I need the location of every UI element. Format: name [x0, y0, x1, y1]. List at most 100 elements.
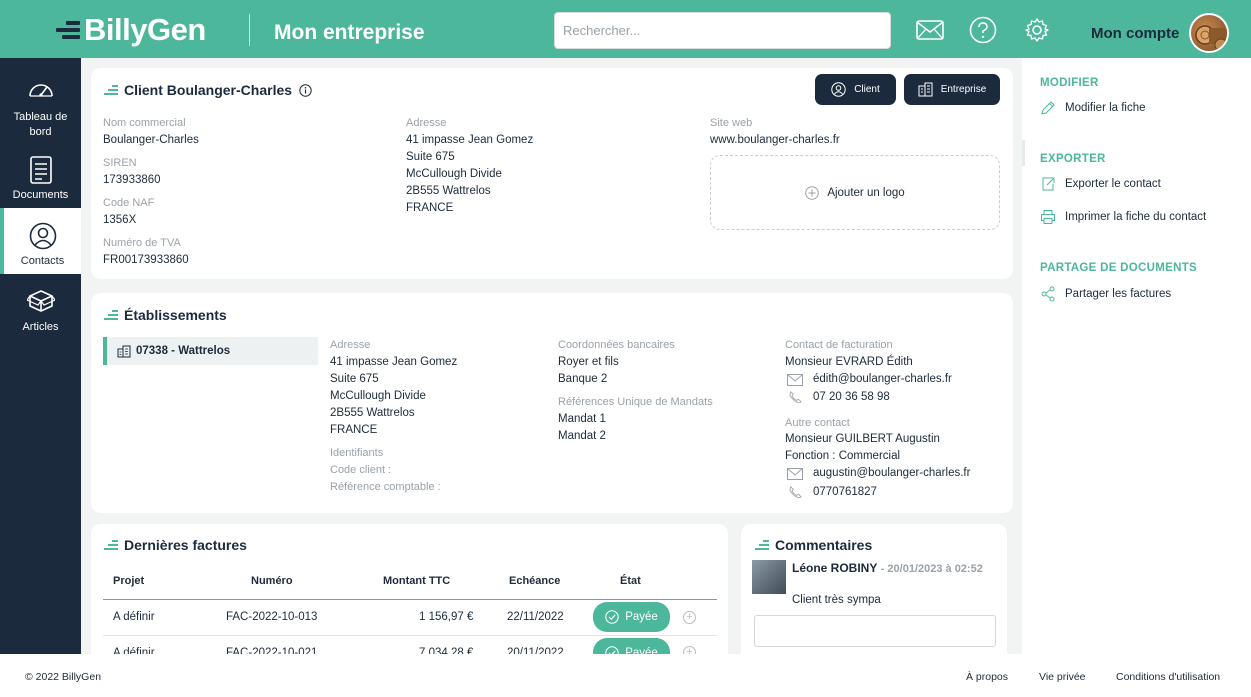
sidebar-item-tableau-de-bord[interactable]: Tableau de bord	[0, 64, 81, 142]
row1-expand-plus-icon[interactable]: +	[683, 611, 696, 624]
exporter-heading: EXPORTER	[1040, 153, 1106, 165]
building-icon	[117, 345, 131, 357]
code-client-label: Code client :	[330, 464, 392, 476]
autre-contact-name: Monsieur GUILBERT Augustin	[785, 433, 940, 445]
tva-label: Numéro de TVA	[103, 237, 181, 249]
facturation-email[interactable]: édith@boulanger-charles.fr	[813, 373, 952, 385]
etablissement-tab-wattrelos[interactable]: 07338 - Wattrelos	[103, 337, 318, 365]
autre-contact-email[interactable]: augustin@boulanger-charles.fr	[813, 467, 970, 479]
mail-icon[interactable]	[915, 15, 945, 45]
footer: © 2022 BillyGen À propos Vie privée Cond…	[0, 654, 1251, 697]
logo-text: BillyGen	[84, 12, 206, 47]
phone-icon	[789, 391, 802, 403]
col-header-projet[interactable]: Projet	[113, 575, 144, 587]
bancaires-label: Coordonnées bancaires	[558, 339, 675, 351]
exporter-contact-action[interactable]: Exporter le contact	[1040, 176, 1161, 192]
nom-commercial-value: Boulanger-Charles	[103, 134, 199, 146]
client-title-text: Client Boulanger-Charles	[124, 82, 293, 98]
autre-contact-phone[interactable]: 0770761827	[813, 486, 877, 498]
add-logo-dropzone[interactable]: Ajouter un logo	[710, 155, 1000, 230]
client-button-label: Client	[854, 84, 880, 95]
adresse-line: Suite 675	[406, 151, 455, 163]
app-logo[interactable]: BillyGen	[56, 12, 206, 48]
facturation-name: Monsieur EVRARD Édith	[785, 356, 913, 368]
plus-circle-icon	[805, 185, 820, 200]
printer-icon	[1041, 210, 1055, 224]
col-header-numero[interactable]: Numéro	[251, 575, 293, 587]
site-web-label: Site web	[710, 117, 753, 129]
sidebar: Tableau de bord Documents Contacts Artic…	[0, 58, 81, 654]
etab-adresse-line: 2B555 Wattrelos	[330, 407, 415, 419]
document-icon	[0, 156, 81, 184]
header-divider	[249, 14, 250, 46]
row1-status-label: Payée	[625, 611, 658, 623]
sidebar-item-label: Articles	[22, 321, 59, 333]
modifier-fiche-action[interactable]: Modifier la fiche	[1040, 100, 1146, 116]
etab-adresse-line: FRANCE	[330, 424, 378, 436]
mandat-value: Mandat 1	[558, 413, 606, 425]
adresse-line: McCullough Divide	[406, 168, 502, 180]
col-header-montant[interactable]: Montant TTC	[383, 575, 450, 587]
partager-factures-label: Partager les factures	[1065, 288, 1172, 300]
facturation-label: Contact de facturation	[785, 339, 893, 351]
row1-numero[interactable]: FAC-2022-10-013	[226, 611, 317, 623]
row1-status-badge[interactable]: Payée	[593, 602, 670, 632]
banque-value: Royer et fils	[558, 356, 619, 368]
imprimer-fiche-action[interactable]: Imprimer la fiche du contact	[1040, 209, 1206, 225]
logo-mark-icon	[56, 21, 80, 39]
comment-textarea[interactable]	[754, 615, 996, 647]
col-header-echeance[interactable]: Echéance	[509, 575, 560, 587]
account-label[interactable]: Mon compte	[1091, 25, 1179, 42]
footer-link-conditions[interactable]: Conditions d'utilisation	[1116, 671, 1220, 683]
info-icon[interactable]	[299, 83, 312, 97]
table-header-divider	[103, 599, 717, 600]
col-header-etat[interactable]: État	[620, 575, 641, 587]
sidebar-item-label: Contacts	[20, 255, 65, 267]
imprimer-fiche-label: Imprimer la fiche du contact	[1065, 211, 1207, 223]
footer-link-vie-privee[interactable]: Vie privée	[1039, 671, 1086, 683]
sidebar-item-contacts[interactable]: Contacts	[0, 208, 81, 274]
sidebar-item-documents[interactable]: Documents	[0, 142, 81, 208]
user-avatar[interactable]	[1189, 13, 1229, 53]
siren-value: 173933860	[103, 174, 161, 186]
search-input[interactable]	[554, 12, 891, 49]
naf-value: 1356X	[103, 214, 137, 226]
client-button[interactable]: Client	[815, 74, 896, 105]
comment-author: Léone ROBINY	[792, 561, 878, 575]
settings-gear-icon[interactable]	[1022, 15, 1052, 45]
email-icon	[787, 468, 803, 480]
mandat-value: Mandat 2	[558, 430, 606, 442]
comment-author-avatar	[752, 560, 786, 594]
autre-contact-fonction: Fonction : Commercial	[785, 450, 901, 462]
table-row-divider	[103, 635, 717, 636]
commentaires-title-text: Commentaires	[775, 537, 873, 553]
tva-value: FR00173933860	[103, 254, 189, 266]
share-icon	[1041, 286, 1055, 302]
sidebar-item-label: Tableau de bord	[13, 111, 68, 138]
footer-link-a-propos[interactable]: À propos	[966, 671, 1008, 683]
dashboard-gauge-icon	[0, 78, 81, 106]
add-logo-label: Ajouter un logo	[827, 186, 905, 199]
facturation-phone[interactable]: 07 20 36 58 98	[813, 391, 890, 403]
help-icon[interactable]	[968, 15, 998, 45]
etab-adresse-line: McCullough Divide	[330, 390, 426, 402]
contact-person-icon	[4, 222, 81, 250]
etablissements-title: Établissements	[104, 307, 227, 323]
naf-label: Code NAF	[103, 197, 155, 209]
entreprise-button[interactable]: Entreprise	[904, 74, 1000, 105]
modifier-fiche-label: Modifier la fiche	[1065, 102, 1146, 114]
identifiants-label: Identifiants	[330, 447, 384, 459]
phone-icon	[789, 486, 802, 498]
title-mark-icon	[104, 85, 118, 95]
sidebar-item-label: Documents	[12, 189, 69, 201]
top-header: BillyGen Mon entreprise Mon compte	[0, 0, 1251, 58]
adresse-line: 2B555 Wattrelos	[406, 185, 491, 197]
commentaires-title: Commentaires	[755, 537, 872, 553]
partager-factures-action[interactable]: Partager les factures	[1040, 286, 1171, 302]
etab-adresse-line: Suite 675	[330, 373, 379, 385]
title-mark-icon	[755, 540, 769, 550]
sidebar-item-articles[interactable]: Articles	[0, 274, 81, 340]
etab-adresse-line: 41 impasse Jean Gomez	[330, 356, 458, 368]
comment-text: Client très sympa	[792, 594, 881, 606]
site-web-link[interactable]: www.boulanger-charles.fr	[710, 134, 840, 146]
